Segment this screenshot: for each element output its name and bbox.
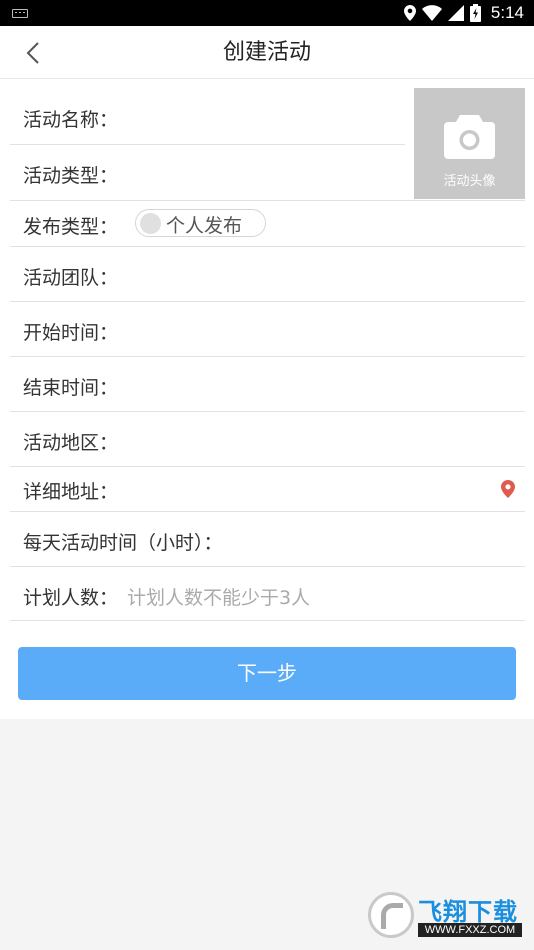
publish-type-field: 发布类型： 个人发布 <box>10 200 525 247</box>
avatar-caption: 活动头像 <box>443 174 496 189</box>
keyboard-icon <box>12 9 28 18</box>
next-step-button[interactable]: 下一步 <box>18 647 516 700</box>
personal-publish-toggle[interactable]: 个人发布 <box>135 209 266 237</box>
activity-type-label: 活动类型： <box>23 165 119 187</box>
planned-count-label: 计划人数： <box>23 587 119 609</box>
activity-avatar-upload[interactable]: 活动头像 <box>414 88 525 199</box>
watermark-logo-icon <box>368 892 414 938</box>
page-title: 创建活动 <box>222 40 311 65</box>
activity-name-label: 活动名称： <box>23 109 119 131</box>
planned-count-input[interactable]: 计划人数不能少于3人 <box>127 583 310 610</box>
end-time-label: 结束时间： <box>23 377 119 399</box>
activity-team-label: 活动团队： <box>23 267 119 289</box>
nav-header: 创建活动 <box>0 26 534 79</box>
watermark-url: WWW.FXXZ.COM <box>418 923 522 937</box>
location-pin-icon[interactable] <box>501 480 515 498</box>
status-time: 5:14 <box>490 3 524 22</box>
activity-name-field[interactable]: 活动名称： <box>10 89 405 145</box>
toggle-label: 个人发布 <box>166 215 243 237</box>
battery-charging-icon <box>469 4 481 22</box>
activity-form: 活动名称： 活动类型： 活动头像 发布类型： 个人发布 活动团队： 开始时间： … <box>0 79 534 719</box>
activity-region-field[interactable]: 活动地区： <box>10 412 525 467</box>
address-field[interactable]: 详细地址： <box>10 467 525 512</box>
location-icon <box>403 5 416 21</box>
activity-type-field[interactable]: 活动类型： <box>10 145 405 200</box>
publish-type-label: 发布类型： <box>23 216 119 238</box>
end-time-field[interactable]: 结束时间： <box>10 357 525 412</box>
planned-count-field[interactable]: 计划人数： 计划人数不能少于3人 <box>10 567 525 621</box>
camera-icon <box>444 115 495 159</box>
address-label: 详细地址： <box>23 481 119 503</box>
start-time-field[interactable]: 开始时间： <box>10 302 525 357</box>
toggle-knob <box>140 213 161 234</box>
start-time-label: 开始时间： <box>23 322 119 344</box>
status-bar: 5:14 <box>0 0 534 26</box>
signal-icon <box>447 5 464 21</box>
site-watermark: 飞翔下载 WWW.FXXZ.COM <box>368 890 524 940</box>
wifi-icon <box>421 5 442 21</box>
watermark-brand: 飞翔下载 <box>418 898 518 926</box>
daily-hours-field[interactable]: 每天活动时间（小时）： <box>10 512 525 567</box>
daily-hours-label: 每天活动时间（小时）： <box>23 532 223 554</box>
activity-region-label: 活动地区： <box>23 432 119 454</box>
activity-team-field[interactable]: 活动团队： <box>10 247 525 302</box>
